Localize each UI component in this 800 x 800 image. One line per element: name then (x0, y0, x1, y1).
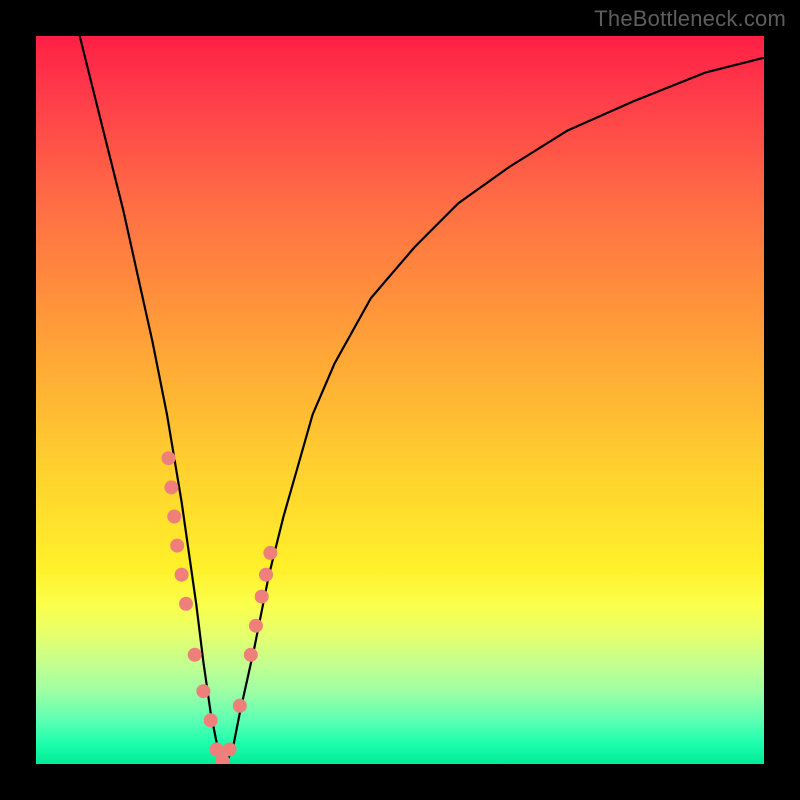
marker-dot (244, 648, 258, 662)
marker-dot (162, 451, 176, 465)
marker-group (162, 451, 278, 764)
chart-frame: TheBottleneck.com (0, 0, 800, 800)
marker-dot (170, 539, 184, 553)
marker-dot (175, 568, 189, 582)
marker-dot (164, 480, 178, 494)
marker-dot (188, 648, 202, 662)
bottleneck-curve (80, 36, 764, 764)
marker-dot (179, 597, 193, 611)
chart-svg (36, 36, 764, 764)
marker-dot (196, 684, 210, 698)
marker-dot (249, 619, 263, 633)
marker-dot (233, 699, 247, 713)
marker-dot (263, 546, 277, 560)
watermark-text: TheBottleneck.com (594, 6, 786, 32)
marker-dot (223, 742, 237, 756)
marker-dot (167, 510, 181, 524)
marker-dot (255, 590, 269, 604)
plot-area (36, 36, 764, 764)
marker-dot (259, 568, 273, 582)
marker-dot (204, 713, 218, 727)
